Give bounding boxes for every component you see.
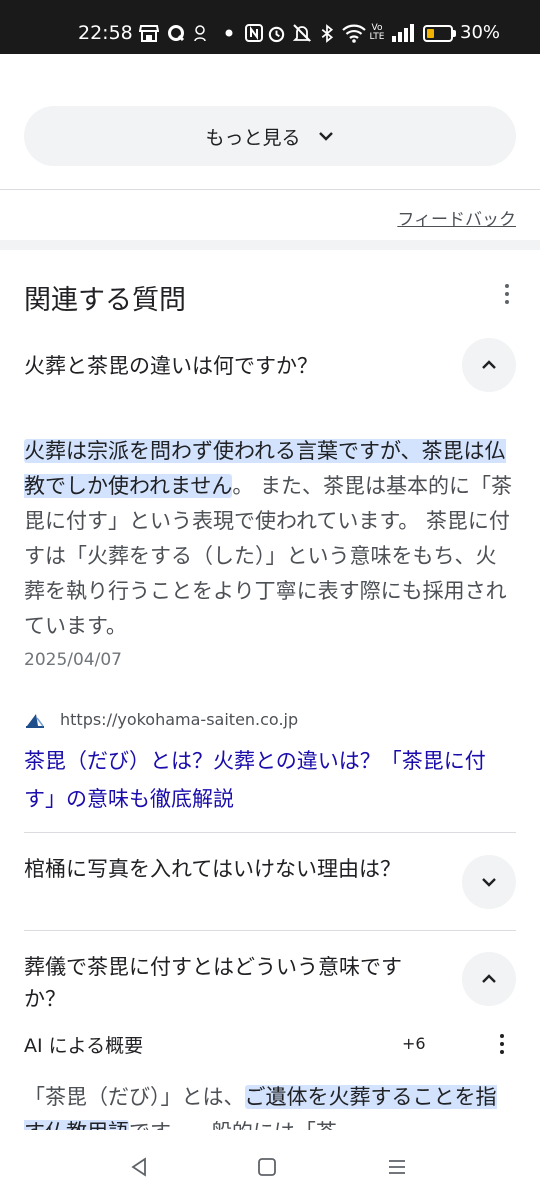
more-button[interactable]: もっと見る bbox=[24, 106, 516, 166]
nfc-icon bbox=[244, 23, 264, 43]
more-button-label: もっと見る bbox=[205, 126, 301, 149]
status-time: 22:58 bbox=[78, 22, 133, 44]
more-options-icon[interactable] bbox=[496, 282, 518, 306]
battery-tip bbox=[453, 30, 456, 37]
site-favicon-icon bbox=[26, 714, 44, 728]
source-row[interactable]: https://yokohama-saiten.co.jp bbox=[24, 708, 298, 730]
ai-overview-text: 「茶毘（だび）」とは、ご遺体を火葬することを指す仏教用語です。一般的には「茶 bbox=[24, 1080, 516, 1130]
question-3[interactable]: 葬儀で茶毘に付すとはどういう意味ですか？ bbox=[24, 951, 434, 1015]
chevron-down-icon bbox=[482, 878, 496, 887]
store-icon bbox=[139, 23, 159, 43]
status-bar: 22:58 Vo LTE 30% bbox=[0, 0, 540, 54]
answer-date: 2025/04/07 bbox=[24, 650, 122, 670]
volte-icon: Vo LTE bbox=[369, 23, 385, 42]
source-url: https://yokohama-saiten.co.jp bbox=[60, 709, 299, 729]
answer-text: 火葬は宗派を問わず使われる言葉ですが、茶毘は仏教でしか使われません。 また、茶毘… bbox=[24, 434, 516, 644]
ai-text-before: 「茶毘（だび）」とは、 bbox=[24, 1085, 245, 1109]
bluetooth-icon bbox=[320, 23, 334, 43]
notification-app-icon bbox=[192, 23, 208, 43]
result-link[interactable]: 茶毘（だび）とは？火葬との違いは？「茶毘に付す」の意味も徹底解説 bbox=[24, 742, 516, 818]
alarm-icon bbox=[266, 23, 286, 43]
ai-more-options-icon[interactable] bbox=[492, 1033, 512, 1055]
divider bbox=[24, 930, 516, 931]
q-app-icon bbox=[166, 23, 186, 43]
back-icon[interactable] bbox=[124, 1152, 154, 1182]
divider bbox=[24, 832, 516, 833]
wifi-icon bbox=[341, 23, 367, 43]
feedback-link[interactable]: フィードバック bbox=[397, 205, 516, 230]
question-2-toggle[interactable] bbox=[462, 855, 516, 909]
ai-overview-label: AI による概要 bbox=[24, 1035, 144, 1057]
recents-icon[interactable] bbox=[382, 1152, 412, 1182]
mute-icon bbox=[291, 23, 313, 43]
navigation-bar bbox=[0, 1134, 540, 1199]
ai-source-count[interactable]: +6 bbox=[402, 1034, 426, 1053]
signal-icon bbox=[390, 23, 416, 43]
chevron-down-icon bbox=[318, 132, 333, 141]
question-1[interactable]: 火葬と茶毘の違いは何ですか？ bbox=[24, 350, 434, 382]
divider bbox=[0, 189, 540, 190]
question-1-toggle[interactable] bbox=[462, 338, 516, 392]
battery-icon bbox=[423, 25, 453, 42]
answer-rest: 。 また、茶毘は基本的に「茶毘に付す」という表現で使われています。 茶毘に付すは… bbox=[24, 474, 513, 638]
dot-icon bbox=[222, 23, 236, 43]
question-3-toggle[interactable] bbox=[462, 952, 516, 1006]
home-icon[interactable] bbox=[252, 1152, 282, 1182]
chevron-up-icon bbox=[482, 360, 496, 369]
section-separator bbox=[0, 240, 540, 250]
battery-percent: 30% bbox=[460, 22, 501, 43]
question-2[interactable]: 棺桶に写真を入れてはいけない理由は？ bbox=[24, 853, 434, 885]
ai-text-after: です。一般的には「茶 bbox=[129, 1120, 337, 1130]
section-title: 関連する質問 bbox=[24, 285, 186, 316]
chevron-up-icon bbox=[482, 974, 496, 983]
battery-fill bbox=[427, 29, 434, 38]
